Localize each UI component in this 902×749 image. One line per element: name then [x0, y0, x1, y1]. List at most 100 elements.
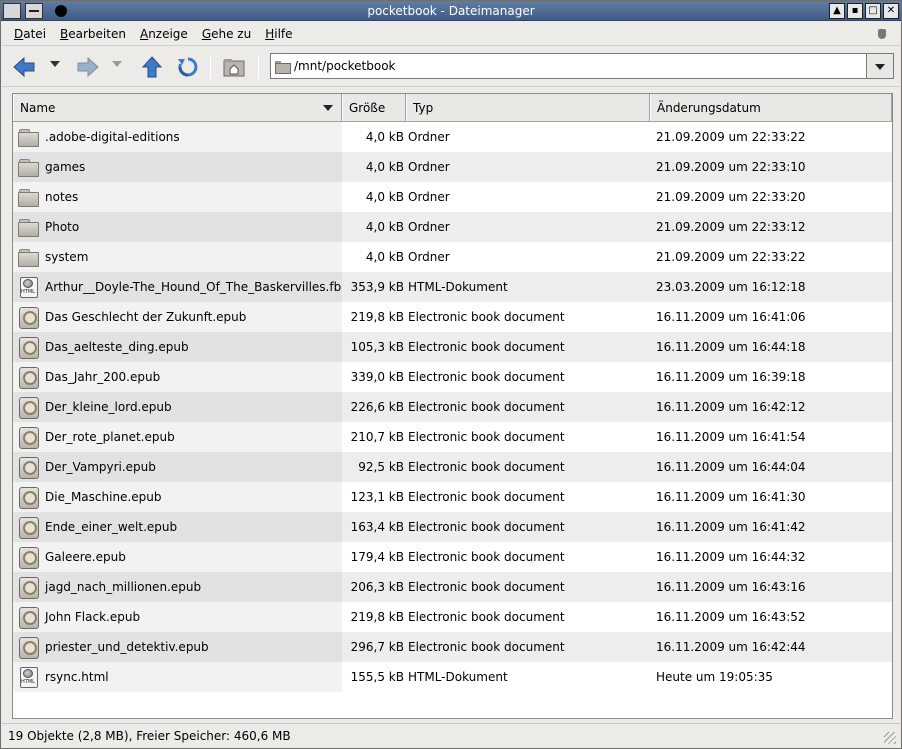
ebook-icon — [17, 546, 39, 569]
file-name-cell[interactable]: priester_und_detektiv.epub — [13, 632, 342, 662]
file-name-cell[interactable]: games — [13, 152, 342, 182]
file-name: Photo — [45, 220, 80, 234]
file-size: 226,6 kB — [350, 400, 404, 414]
file-name: Galeere.epub — [45, 550, 126, 564]
file-row[interactable]: Das_aelteste_ding.epub 105,3 kB Electronic… — [13, 332, 892, 362]
file-name-cell[interactable]: Galeere.epub — [13, 542, 342, 572]
file-row[interactable]: jagd_nach_millionen.epub 206,3 kB Electron… — [13, 572, 892, 602]
file-name-cell[interactable]: Photo — [13, 212, 342, 242]
file-row[interactable]: priester_und_detektiv.epub 296,7 kB Electr… — [13, 632, 892, 662]
menu-gehe-zu-accel: G — [201, 26, 212, 41]
file-row[interactable]: Arthur__Doyle-The_Hound_Of_The_Baskervil… — [13, 272, 892, 302]
file-size: 4,0 kB — [365, 190, 404, 204]
file-name-cell[interactable]: Ende_einer_welt.epub — [13, 512, 342, 542]
file-row[interactable]: Das_Jahr_200.epub 339,0 kB Electronic book… — [13, 362, 892, 392]
file-name-cell[interactable]: Der_rote_planet.epub — [13, 422, 342, 452]
file-row[interactable]: Die_Maschine.epub 123,1 kB Electronic book… — [13, 482, 892, 512]
close-button[interactable]: ✕ — [883, 3, 899, 19]
file-row[interactable]: Ende_einer_welt.epub 163,4 kB Electronic b… — [13, 512, 892, 542]
ebook-icon — [17, 636, 39, 659]
file-size: 163,4 kB — [350, 520, 404, 534]
title-bar[interactable]: pocketbook - Dateimanager ▲ ▪ □ ✕ — [1, 1, 901, 21]
file-name-cell[interactable]: Die_Maschine.epub — [13, 482, 342, 512]
forward-button[interactable] — [74, 53, 102, 81]
file-row[interactable]: notes 4,0 kB Ordner 21.09.2009 um 22:33:20 — [13, 182, 892, 212]
folder-icon — [17, 216, 39, 238]
back-button[interactable] — [10, 53, 38, 81]
file-size: 296,7 kB — [350, 640, 404, 654]
file-row[interactable]: rsync.html 155,5 kB HTML-Dokument Heute um … — [13, 662, 892, 692]
shade-button[interactable]: ▲ — [829, 3, 845, 19]
up-arrow-icon — [141, 56, 163, 78]
column-header-type[interactable]: Typ — [406, 94, 650, 121]
column-size-label: Größe — [349, 100, 386, 115]
file-row[interactable]: Galeere.epub 179,4 kB Electronic book docu… — [13, 542, 892, 572]
menu-gehe-zu[interactable]: Gehe zu — [202, 27, 251, 41]
file-row[interactable]: John Flack.epub 219,8 kB Electronic book d… — [13, 602, 892, 632]
file-size: 4,0 kB — [365, 220, 404, 234]
file-list[interactable]: Name Größe Typ Änderungsdatum .adobe-dig… — [12, 93, 893, 719]
column-header-date[interactable]: Änderungsdatum — [650, 94, 892, 121]
file-name-cell[interactable]: Das_Jahr_200.epub — [13, 362, 342, 392]
menu-anzeige-label: nzeige — [148, 26, 188, 41]
location-path: /mnt/pocketbook — [294, 59, 396, 73]
resize-grip-icon[interactable] — [884, 732, 896, 744]
file-size: 4,0 kB — [365, 160, 404, 174]
file-name: system — [45, 250, 89, 264]
file-row[interactable]: games 4,0 kB Ordner 21.09.2009 um 22:33:10 — [13, 152, 892, 182]
file-modified-date: 21.09.2009 um 22:33:12 — [656, 220, 806, 234]
file-name-cell[interactable]: .adobe-digital-editions — [13, 122, 342, 152]
menu-anzeige[interactable]: Anzeige — [140, 27, 188, 41]
file-name: Der_kleine_lord.epub — [45, 400, 172, 414]
file-name: Das_aelteste_ding.epub — [45, 340, 189, 354]
file-type: Electronic book document — [408, 430, 565, 444]
file-row[interactable]: Der_Vampyri.epub 92,5 kB Electronic book d… — [13, 452, 892, 482]
file-row[interactable]: Photo 4,0 kB Ordner 21.09.2009 um 22:33:12 — [13, 212, 892, 242]
maximize-button[interactable]: □ — [865, 3, 881, 19]
file-name-cell[interactable]: Der_kleine_lord.epub — [13, 392, 342, 422]
ebook-icon — [17, 516, 39, 539]
toolbar-separator-2 — [258, 55, 259, 79]
reload-button[interactable] — [174, 53, 202, 81]
file-name-cell[interactable]: jagd_nach_millionen.epub — [13, 572, 342, 602]
file-type: Electronic book document — [408, 490, 565, 504]
menu-hilfe-accel: H — [265, 26, 275, 41]
file-size: 105,3 kB — [350, 340, 404, 354]
menu-datei[interactable]: Datei — [14, 27, 46, 41]
file-row[interactable]: Das Geschlecht der Zukunft.epub 219,8 kB E… — [13, 302, 892, 332]
back-history-dropdown[interactable] — [50, 61, 60, 67]
back-arrow-icon — [13, 56, 35, 78]
file-row[interactable]: .adobe-digital-editions 4,0 kB Ordner 21.09… — [13, 122, 892, 152]
file-name-cell[interactable]: John Flack.epub — [13, 602, 342, 632]
forward-arrow-icon — [77, 56, 99, 78]
file-name: notes — [45, 190, 79, 204]
file-name-cell[interactable]: rsync.html — [13, 662, 342, 692]
column-header-name[interactable]: Name — [13, 94, 342, 121]
file-name-cell[interactable]: Das Geschlecht der Zukunft.epub — [13, 302, 342, 332]
file-name-cell[interactable]: Arthur__Doyle-The_Hound_Of_The_Baskervil… — [13, 272, 342, 302]
file-name-cell[interactable]: Das_aelteste_ding.epub — [13, 332, 342, 362]
file-type: Electronic book document — [408, 520, 565, 534]
up-button[interactable] — [138, 53, 166, 81]
file-name-cell[interactable]: Der_Vampyri.epub — [13, 452, 342, 482]
location-dropdown-button[interactable] — [867, 53, 894, 79]
file-row[interactable]: system 4,0 kB Ordner 21.09.2009 um 22:33:22 — [13, 242, 892, 272]
home-button[interactable] — [220, 53, 248, 81]
folder-icon — [17, 246, 39, 268]
menu-bearbeiten[interactable]: Bearbeiten — [60, 27, 126, 41]
minimize-button[interactable]: ▪ — [847, 3, 863, 19]
menu-bar: Datei Bearbeiten Anzeige Gehe zu Hilfe — [2, 22, 900, 46]
file-modified-date: 16.11.2009 um 16:43:16 — [656, 580, 806, 594]
column-header-size[interactable]: Größe — [342, 94, 406, 121]
forward-history-dropdown[interactable] — [112, 61, 122, 67]
sort-descending-icon — [323, 105, 333, 111]
menu-hilfe[interactable]: Hilfe — [265, 27, 292, 41]
file-name-cell[interactable]: system — [13, 242, 342, 272]
file-name-cell[interactable]: notes — [13, 182, 342, 212]
file-name: Der_rote_planet.epub — [45, 430, 175, 444]
file-type: HTML-Dokument — [408, 670, 508, 684]
file-row[interactable]: Der_rote_planet.epub 210,7 kB Electronic b… — [13, 422, 892, 452]
file-size: 92,5 kB — [358, 460, 404, 474]
file-row[interactable]: Der_kleine_lord.epub 226,6 kB Electronic b… — [13, 392, 892, 422]
location-bar[interactable]: /mnt/pocketbook — [270, 53, 867, 79]
